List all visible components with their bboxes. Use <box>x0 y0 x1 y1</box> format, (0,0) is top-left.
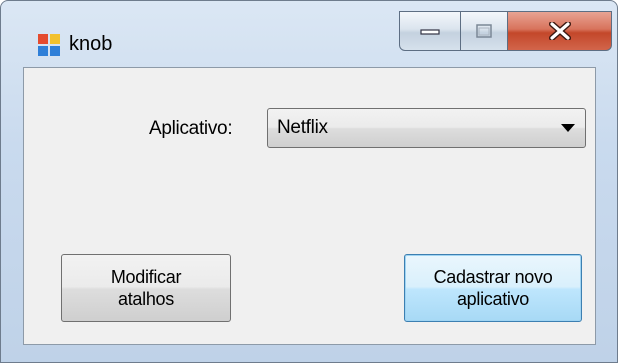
close-icon <box>548 22 571 40</box>
window-title: knob <box>69 33 113 55</box>
maximize-button[interactable] <box>461 11 508 51</box>
close-button[interactable] <box>508 11 612 51</box>
register-app-button[interactable]: Cadastrar novo aplicativo <box>404 254 582 322</box>
register-app-label: Cadastrar novo aplicativo <box>433 267 553 309</box>
chevron-down-icon <box>561 124 575 132</box>
app-dropdown[interactable]: Netflix <box>267 108 586 148</box>
app-dropdown-value: Netflix <box>277 117 328 138</box>
minimize-button[interactable] <box>399 11 461 51</box>
app-label: Aplicativo: <box>149 118 233 139</box>
caption-buttons <box>399 11 612 51</box>
title-bar[interactable]: knob <box>1 1 617 67</box>
app-window-icon <box>38 34 60 56</box>
maximize-icon <box>476 24 492 38</box>
form-client-area: Aplicativo: Netflix Modificar atalhos Ca… <box>23 67 596 345</box>
app-window: knob Aplicativo: Netflix Modificar atalh… <box>0 0 618 363</box>
minimize-icon <box>420 29 440 35</box>
modify-shortcuts-button[interactable]: Modificar atalhos <box>61 254 231 322</box>
modify-shortcuts-label: Modificar atalhos <box>110 267 182 309</box>
